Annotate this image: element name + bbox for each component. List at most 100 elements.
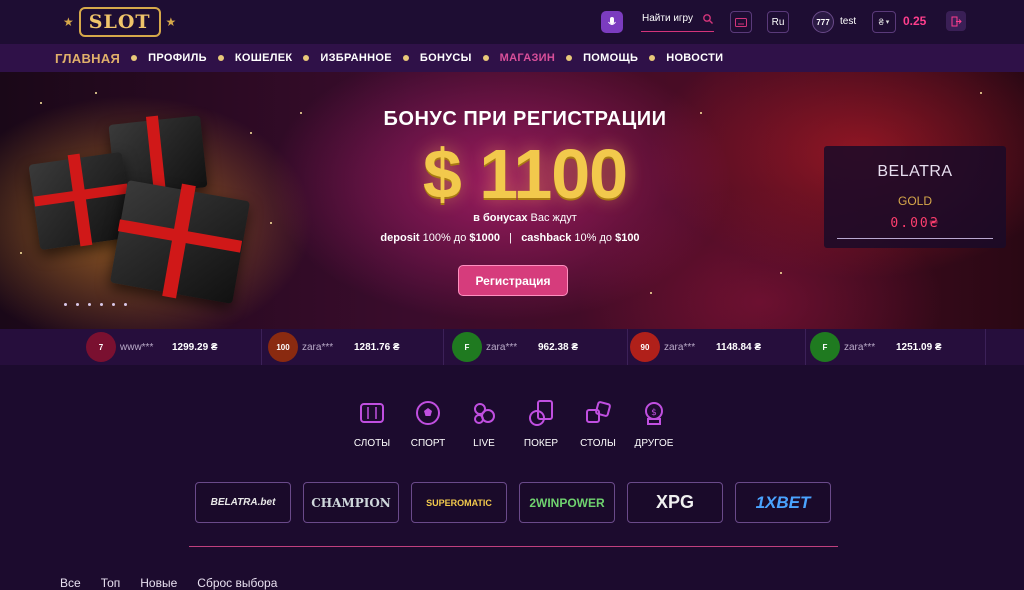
- carousel-dot[interactable]: [64, 303, 67, 306]
- poker-cards-icon: [526, 398, 556, 428]
- search-placeholder: Найти игру: [642, 13, 693, 24]
- nav-separator: [131, 55, 138, 61]
- voice-search-button[interactable]: [601, 11, 623, 33]
- winner-user: zara***: [486, 341, 518, 353]
- winner-user: zara***: [844, 341, 876, 353]
- game-thumbnail[interactable]: 100: [268, 332, 298, 362]
- jackpot-provider: BELATRA: [877, 163, 953, 180]
- category-label: ДРУГОЕ: [634, 438, 674, 449]
- nav-separator: [566, 55, 573, 61]
- nav-item-favorites[interactable]: ИЗБРАННОЕ: [320, 52, 392, 64]
- category-label: СТОЛЫ: [580, 438, 616, 449]
- game-thumbnail[interactable]: 90: [630, 332, 660, 362]
- language-selector[interactable]: Ru: [767, 11, 789, 33]
- winner-item[interactable]: 7 www*** 1299.29 ₴: [86, 329, 262, 365]
- winner-user: www***: [120, 341, 154, 353]
- carousel-dot[interactable]: [76, 303, 79, 306]
- jackpot-divider: [837, 238, 993, 239]
- category-label: СЛОТЫ: [353, 438, 391, 449]
- currency-selector[interactable]: ₴ ▾: [872, 11, 896, 33]
- winner-user: zara***: [664, 341, 696, 353]
- hero-banner[interactable]: БОНУС ПРИ РЕГИСТРАЦИИ $ 1100 в бонусах В…: [0, 72, 1024, 329]
- winner-item[interactable]: 100 zara*** 1281.76 ₴: [268, 329, 444, 365]
- nav-separator: [482, 55, 489, 61]
- logo-text: SLOT: [78, 7, 161, 37]
- site-logo[interactable]: ★ SLOT ★: [58, 7, 181, 37]
- chevron-down-icon: ▾: [885, 19, 890, 26]
- game-filters: Все Топ Новые Сброс выбора: [60, 576, 297, 590]
- winner-amount: 1281.76 ₴: [354, 341, 400, 353]
- provider-belatra[interactable]: BELATRA.bet: [195, 482, 291, 523]
- nav-separator: [649, 55, 656, 61]
- currency-symbol: ₴: [878, 17, 884, 27]
- keyboard-icon: [735, 17, 747, 27]
- keyboard-button[interactable]: [730, 11, 752, 33]
- game-thumbnail[interactable]: 7: [86, 332, 116, 362]
- jackpot-level: GOLD: [897, 194, 932, 208]
- category-live[interactable]: LIVE: [461, 398, 507, 449]
- filter-top[interactable]: Топ: [101, 576, 121, 590]
- nav-item-wallet[interactable]: КОШЕЛЕК: [235, 52, 293, 64]
- dice-icon: [583, 398, 613, 428]
- category-slots[interactable]: СЛОТЫ: [349, 398, 395, 449]
- live-chips-icon: [469, 398, 499, 428]
- header: ★ SLOT ★ Найти игру Ru 777 test ₴ ▾ 0.25: [0, 0, 1024, 44]
- carousel-dot[interactable]: [88, 303, 91, 306]
- provider-2winpower[interactable]: 2WINPOWER: [519, 482, 615, 523]
- carousel-dot[interactable]: [112, 303, 115, 306]
- logout-button[interactable]: [946, 11, 966, 31]
- provider-superomatic[interactable]: SUPEROMATIC: [411, 482, 507, 523]
- provider-champion[interactable]: CHAMPION: [303, 482, 399, 523]
- winner-item[interactable]: F zara*** 1251.09 ₴: [810, 329, 986, 365]
- category-label: LIVE: [473, 438, 495, 449]
- nav-item-shop[interactable]: МАГАЗИН: [500, 52, 555, 64]
- hero-offer-details: deposit 100% до $1000 | cashback 10% до …: [380, 232, 640, 244]
- winner-item[interactable]: F zara*** 962.38 ₴: [452, 329, 628, 365]
- game-thumbnail[interactable]: F: [452, 332, 482, 362]
- carousel-dot[interactable]: [100, 303, 103, 306]
- nav-item-home[interactable]: ГЛАВНАЯ: [55, 51, 120, 66]
- star-icon: ★: [165, 15, 177, 29]
- main-nav: ГЛАВНАЯ ПРОФИЛЬ КОШЕЛЕК ИЗБРАННОЕ БОНУСЫ…: [0, 44, 1024, 72]
- hero-bonus-amount: $ 1100: [422, 135, 628, 213]
- winner-amount: 1251.09 ₴: [896, 341, 942, 353]
- soccer-ball-icon: [413, 398, 443, 428]
- username[interactable]: test: [840, 16, 856, 27]
- winner-amount: 1148.84 ₴: [716, 341, 762, 353]
- other-games-icon: $: [639, 398, 669, 428]
- nav-separator: [402, 55, 409, 61]
- hero-subtitle: в бонусах Вас ждут: [473, 212, 577, 224]
- winner-amount: 1299.29 ₴: [172, 341, 218, 353]
- microphone-icon: [608, 17, 616, 25]
- winner-item[interactable]: 90 zara*** 1148.84 ₴: [630, 329, 806, 365]
- nav-item-bonuses[interactable]: БОНУСЫ: [420, 52, 472, 64]
- filter-reset[interactable]: Сброс выбора: [197, 576, 277, 590]
- filter-all[interactable]: Все: [60, 576, 81, 590]
- category-label: ПОКЕР: [523, 438, 559, 449]
- carousel-dot[interactable]: [124, 303, 127, 306]
- provider-xpg[interactable]: XPG: [627, 482, 723, 523]
- register-button[interactable]: Регистрация: [458, 265, 568, 296]
- search-icon[interactable]: [702, 13, 714, 25]
- nav-separator: [303, 55, 310, 61]
- nav-separator: [217, 55, 224, 61]
- section-divider: [189, 546, 838, 547]
- jackpot-value: 0.00₴: [890, 216, 940, 231]
- game-thumbnail[interactable]: F: [810, 332, 840, 362]
- filter-new[interactable]: Новые: [140, 576, 177, 590]
- hero-title: БОНУС ПРИ РЕГИСТРАЦИИ: [383, 108, 667, 130]
- avatar[interactable]: 777: [812, 11, 834, 33]
- nav-item-help[interactable]: ПОМОЩЬ: [583, 52, 638, 64]
- category-poker[interactable]: ПОКЕР: [518, 398, 564, 449]
- nav-item-profile[interactable]: ПРОФИЛЬ: [148, 52, 207, 64]
- search-input[interactable]: Найти игру: [641, 10, 714, 32]
- category-other[interactable]: $ ДРУГОЕ: [631, 398, 677, 449]
- provider-1xbet[interactable]: 1XBET: [735, 482, 831, 523]
- category-sport[interactable]: СПОРТ: [405, 398, 451, 449]
- nav-item-news[interactable]: НОВОСТИ: [666, 52, 723, 64]
- balance-value: 0.25: [903, 14, 927, 28]
- carousel-dots[interactable]: [64, 303, 136, 306]
- category-tables[interactable]: СТОЛЫ: [575, 398, 621, 449]
- logout-icon: [951, 16, 962, 26]
- slots-icon: [357, 398, 387, 428]
